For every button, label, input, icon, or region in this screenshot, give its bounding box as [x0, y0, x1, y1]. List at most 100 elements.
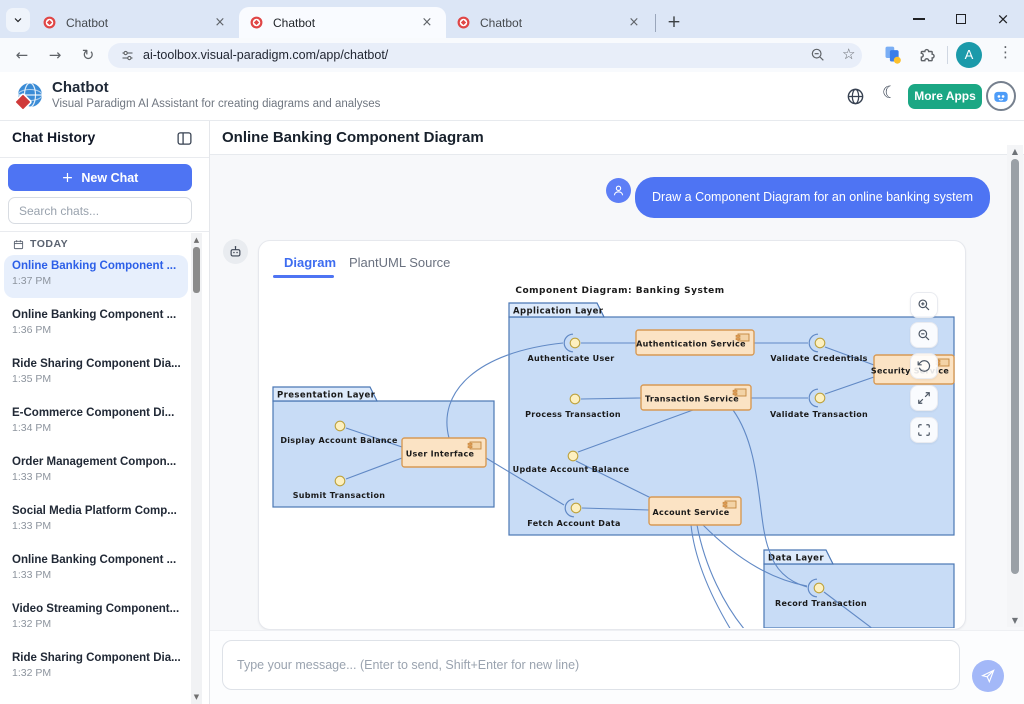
sidebar-divider-2 [0, 231, 209, 232]
dark-mode-moon-icon[interactable]: ☾ [882, 83, 897, 103]
send-paper-plane-icon [980, 668, 996, 684]
interface-label: Record Transaction [775, 599, 867, 608]
profile-avatar[interactable]: A [956, 42, 982, 68]
browser-toolbar: ← → ↻ ai-toolbox.visual-paradigm.com/app… [0, 38, 1024, 72]
chat-history-item[interactable]: Social Media Platform Comp...1:33 PM [4, 500, 188, 543]
chat-item-title: Order Management Compon... [12, 456, 180, 468]
interface-circle [814, 583, 824, 593]
tab-title: Chatbot [480, 16, 625, 30]
new-chat-button[interactable]: + New Chat [8, 164, 192, 191]
chat-item-title: Online Banking Component ... [12, 260, 180, 272]
browser-window: Chatbot×Chatbot×Chatbot×+ × ← → ↻ ai-too… [0, 0, 1024, 704]
chat-history-item[interactable]: Order Management Compon...1:33 PM [4, 451, 188, 494]
url-text: ai-toolbox.visual-paradigm.com/app/chatb… [143, 48, 388, 62]
component-diagram-canvas[interactable]: Application LayerPresentation LayerData … [263, 280, 963, 628]
plus-icon: + [62, 170, 74, 186]
minimize-button[interactable] [898, 0, 940, 38]
browser-extension-action-icon[interactable] [882, 44, 903, 65]
component-label: Account Service [653, 508, 730, 517]
browser-tab[interactable]: Chatbot× [239, 7, 446, 38]
extensions-puzzle-icon[interactable] [918, 44, 938, 64]
zoom-in-button[interactable] [910, 292, 938, 318]
sidebar-scrollbar-thumb[interactable] [193, 247, 200, 293]
interface-circle [570, 338, 580, 348]
browser-tabs: Chatbot×Chatbot×Chatbot×+ [32, 7, 686, 38]
zoom-fullscreen-button[interactable] [910, 417, 938, 443]
address-bar[interactable]: ai-toolbox.visual-paradigm.com/app/chatb… [108, 43, 862, 68]
close-window-button[interactable]: × [982, 0, 1024, 38]
user-icon [611, 183, 626, 198]
zoom-out-icon [917, 328, 931, 342]
language-globe-icon[interactable] [846, 87, 865, 106]
connector-line [691, 525, 731, 628]
app-title: Chatbot [52, 79, 109, 96]
chat-history-item[interactable]: Online Banking Component ...1:37 PM [4, 255, 188, 298]
maximize-button[interactable] [940, 0, 982, 38]
tab-list-chevron-button[interactable] [6, 8, 30, 32]
zoom-reset-button[interactable] [910, 353, 938, 379]
zoom-fit-button[interactable] [910, 385, 938, 411]
send-button[interactable] [972, 660, 1004, 692]
tab-plantuml-source[interactable]: PlantUML Source [349, 255, 450, 270]
message-input[interactable] [222, 640, 960, 690]
chat-history-item[interactable]: Online Banking Component ...1:33 PM [4, 549, 188, 592]
chat-item-title: Social Media Platform Comp... [12, 505, 180, 517]
browser-tab[interactable]: Chatbot× [32, 7, 239, 38]
tab-favicon [456, 15, 471, 30]
scroll-up-icon[interactable]: ▲ [191, 236, 202, 244]
chat-history-item[interactable]: Ride Sharing Component Dia... 1:32 PM [4, 647, 188, 690]
app-subtitle: Visual Paradigm AI Assistant for creatin… [52, 98, 380, 110]
interface-circle [570, 394, 580, 404]
interface-label: Update Account Balance [513, 465, 630, 474]
scroll-down-icon[interactable]: ▼ [191, 693, 202, 701]
chat-item-time: 1:34 PM [12, 422, 180, 434]
tab-close-icon[interactable]: × [418, 14, 436, 32]
chatbot-app-icon[interactable] [986, 81, 1016, 111]
sidebar-divider [0, 157, 209, 158]
forward-button[interactable]: → [43, 43, 67, 67]
scroll-up-icon[interactable]: ▲ [1007, 147, 1023, 156]
package-label: Data Layer [768, 554, 824, 564]
sidebar-scrollbar[interactable]: ▲ ▼ [191, 233, 202, 704]
search-chats-input[interactable] [8, 197, 192, 224]
more-apps-button[interactable]: More Apps [908, 84, 982, 109]
tab-diagram[interactable]: Diagram [284, 255, 336, 270]
package-label: Application Layer [513, 307, 604, 317]
site-settings-icon[interactable] [120, 48, 135, 63]
zoom-out-button[interactable] [910, 322, 938, 348]
chat-history-item[interactable]: Video Streaming Component...1:32 PM [4, 598, 188, 641]
interface-label: Validate Credentials [770, 354, 867, 363]
new-tab-button[interactable]: + [662, 11, 686, 35]
chat-item-title: Video Streaming Component... [12, 603, 180, 615]
chat-item-title: Ride Sharing Component Dia... [12, 652, 180, 664]
tab-close-icon[interactable]: × [211, 14, 229, 32]
chat-history-item[interactable]: Ride Sharing Component Dia...1:35 PM [4, 353, 188, 396]
chat-history-item[interactable]: Online Banking Component ...1:36 PM [4, 304, 188, 347]
robot-face-icon [991, 86, 1011, 106]
app-header: Chatbot Visual Paradigm AI Assistant for… [0, 72, 1024, 121]
chat-item-time: 1:32 PM [12, 667, 180, 679]
bookmark-star-icon[interactable]: ☆ [842, 45, 855, 63]
user-avatar [606, 178, 631, 203]
chat-group-label: TODAY [30, 238, 68, 250]
chat-history-item[interactable]: E-Commerce Component Di... 1:34 PM [4, 402, 188, 445]
chat-scrollbar-thumb[interactable] [1011, 159, 1019, 574]
interface-circle [568, 451, 578, 461]
component-label: Authentication Service [636, 340, 746, 349]
chat-item-title: E-Commerce Component Di... [12, 407, 180, 419]
browser-tab[interactable]: Chatbot× [446, 7, 653, 38]
fullscreen-corners-icon [917, 423, 931, 437]
scroll-down-icon[interactable]: ▼ [1007, 616, 1023, 625]
reload-button[interactable]: ↻ [76, 43, 100, 67]
chat-item-title: Online Banking Component ... [12, 554, 180, 566]
browser-tab-strip: Chatbot×Chatbot×Chatbot×+ × [0, 0, 1024, 38]
chat-scrollbar[interactable]: ▲ ▼ [1007, 145, 1023, 627]
zoom-indicator-icon[interactable] [810, 47, 826, 63]
tab-favicon [42, 15, 57, 30]
tab-close-icon[interactable]: × [625, 14, 643, 32]
back-button[interactable]: ← [10, 43, 34, 67]
chat-item-time: 1:36 PM [12, 324, 180, 336]
browser-menu-kebab-icon[interactable]: ⋮ [998, 43, 1013, 61]
chat-history-sidebar: Chat History + New Chat TODAY Online Ban… [0, 121, 210, 704]
collapse-sidebar-icon[interactable] [176, 130, 193, 147]
